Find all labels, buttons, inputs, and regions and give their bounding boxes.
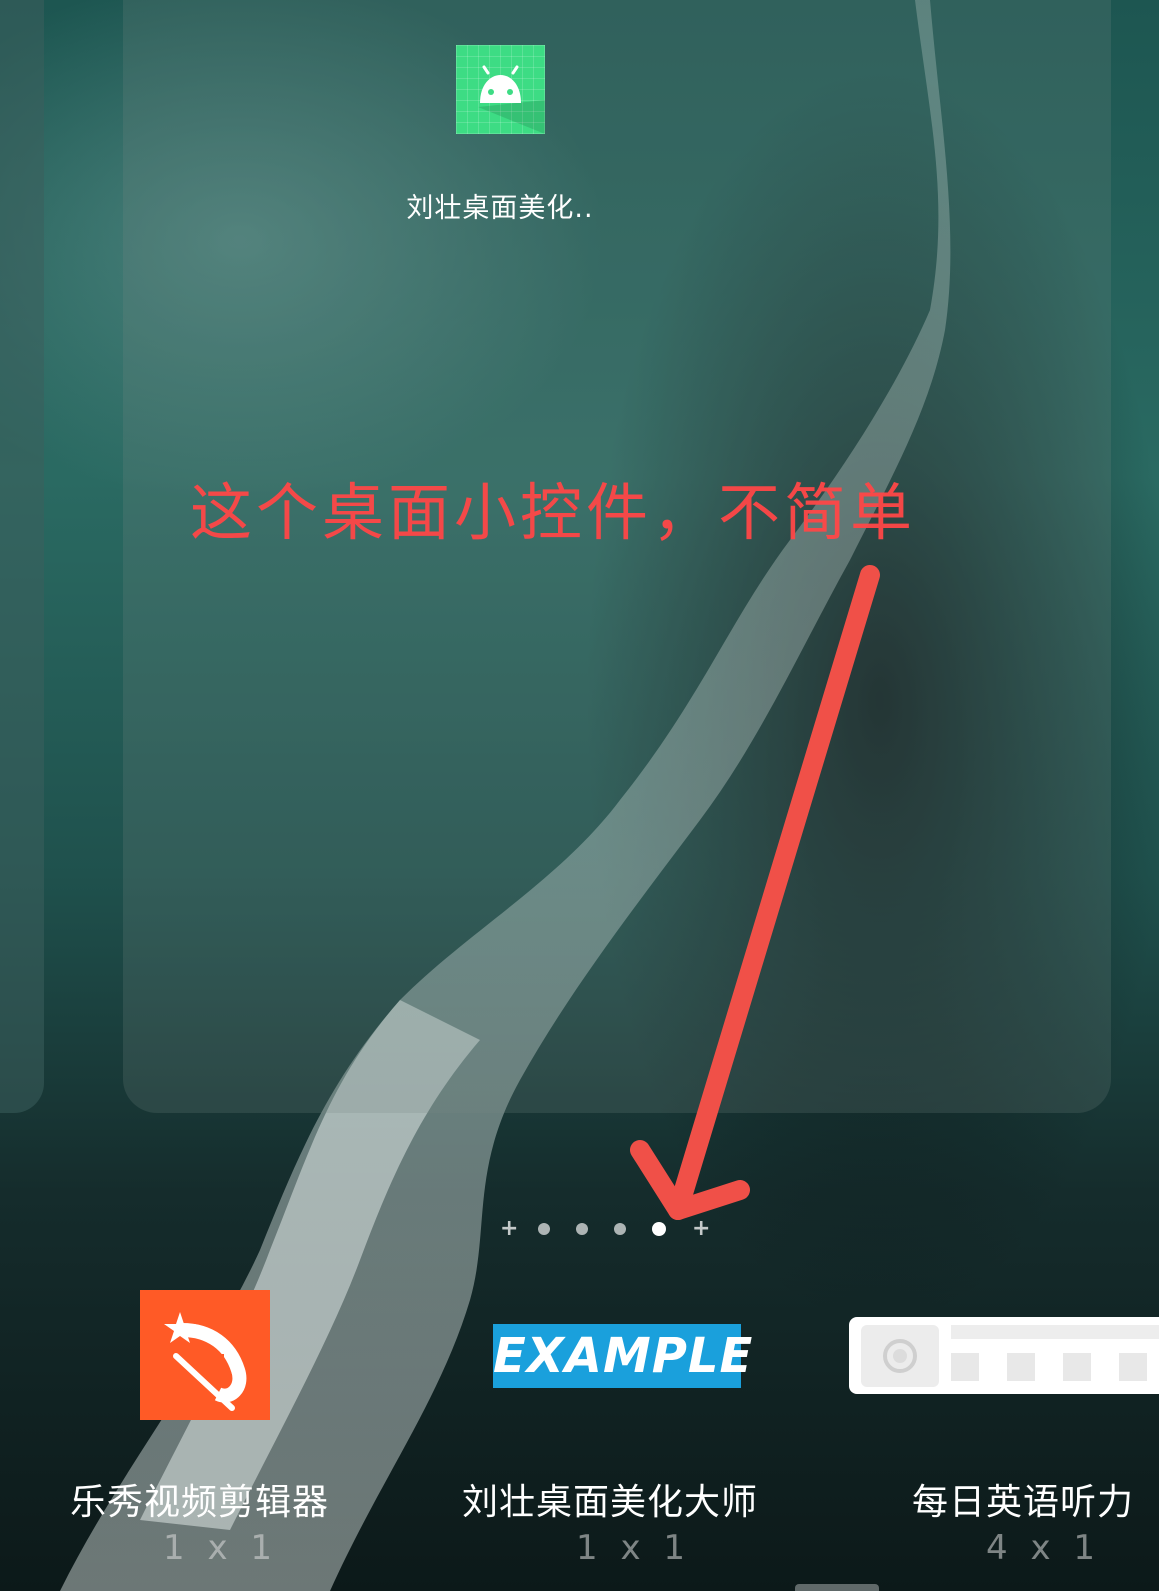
page-dot[interactable] [576, 1223, 588, 1235]
placeholder-button [1063, 1353, 1091, 1381]
page-indicator-plus[interactable]: + [692, 1218, 710, 1240]
widget-size-english-listening: 4 x 1 [986, 1528, 1101, 1568]
widget-picker-screen: 刘壮桌面美化.. 这个桌面小控件，不简单 + + 乐秀视频剪辑器 1 x 1 E… [0, 0, 1159, 1591]
page-indicator[interactable]: + + [500, 1215, 710, 1243]
widget-preview-card[interactable] [123, 0, 1111, 1113]
widget-size-video-editor: 1 x 1 [163, 1528, 278, 1568]
preview-app-label: 刘壮桌面美化.. [406, 193, 594, 224]
video-editor-widget-thumb[interactable] [140, 1290, 270, 1420]
page-dot[interactable] [538, 1223, 550, 1235]
placeholder-button [1119, 1353, 1147, 1381]
annotation-text: 这个桌面小控件，不简单 [190, 476, 917, 549]
page-indicator-plus[interactable]: + [500, 1218, 518, 1240]
english-listening-widget-thumb[interactable] [849, 1317, 1159, 1394]
placeholder-button [1007, 1353, 1035, 1381]
bottom-sheet-handle[interactable] [795, 1584, 879, 1591]
widget-name-video-editor[interactable]: 乐秀视频剪辑器 [70, 1473, 329, 1525]
placeholder-bar [951, 1325, 1159, 1339]
page-dot-active[interactable] [652, 1222, 666, 1236]
widget-name-desktop-beautify[interactable]: 刘壮桌面美化大师 [462, 1473, 758, 1525]
android-robot-icon[interactable] [456, 45, 545, 134]
video-editor-icon [164, 1312, 247, 1411]
audio-player-widget-icon [861, 1325, 939, 1387]
widget-size-desktop-beautify: 1 x 1 [576, 1528, 691, 1568]
page-dot[interactable] [614, 1223, 626, 1235]
placeholder-button [951, 1353, 979, 1381]
example-widget-thumb[interactable]: EXAMPLE [493, 1324, 752, 1388]
previous-preview-card[interactable] [0, 0, 44, 1113]
widget-name-english-listening[interactable]: 每日英语听力 [912, 1473, 1134, 1525]
